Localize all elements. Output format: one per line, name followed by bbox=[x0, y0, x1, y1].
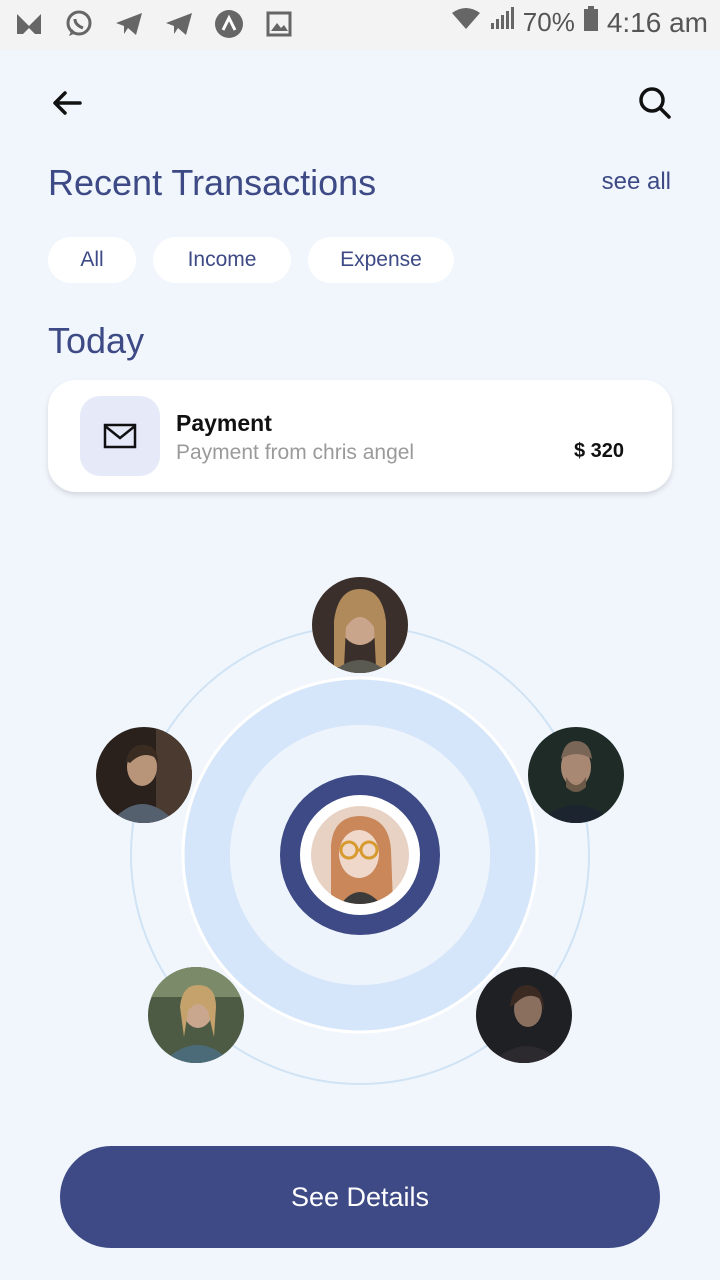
page-title: Recent Transactions bbox=[48, 162, 377, 203]
telegram-icon bbox=[114, 9, 144, 39]
image-icon bbox=[264, 9, 294, 39]
transaction-amount: $ 320 bbox=[573, 440, 624, 462]
contact-avatar-left[interactable] bbox=[96, 727, 192, 823]
contact-avatar-right[interactable] bbox=[528, 727, 624, 823]
transaction-subtitle: Payment from chris angel bbox=[176, 441, 415, 464]
transaction-title: Payment bbox=[176, 410, 272, 436]
clock: 4:16 am bbox=[606, 6, 708, 38]
filter-all[interactable]: All bbox=[48, 237, 136, 283]
battery-icon bbox=[583, 6, 599, 39]
see-details-button[interactable]: See Details bbox=[60, 1146, 660, 1248]
user-avatar-center[interactable] bbox=[311, 806, 409, 904]
m-app-icon bbox=[14, 9, 44, 39]
telegram-icon bbox=[164, 9, 194, 39]
see-all-link[interactable]: see all bbox=[602, 168, 671, 196]
mail-icon bbox=[103, 423, 137, 449]
transaction-icon-box bbox=[80, 396, 160, 476]
whatsapp-icon bbox=[64, 9, 94, 39]
arrow-left-icon bbox=[53, 91, 82, 115]
back-button[interactable] bbox=[46, 82, 88, 124]
signal-icon bbox=[489, 7, 515, 38]
contact-avatar-top[interactable] bbox=[312, 577, 408, 673]
filter-chips: All Income Expense bbox=[48, 237, 454, 283]
contact-avatar-bottom-right[interactable] bbox=[476, 967, 572, 1063]
section-today: Today bbox=[48, 320, 145, 361]
app-a-icon bbox=[214, 9, 244, 39]
filter-expense[interactable]: Expense bbox=[308, 237, 454, 283]
status-bar: 70% 4:16 am bbox=[0, 0, 720, 50]
wifi-icon bbox=[451, 7, 481, 38]
search-icon bbox=[639, 87, 671, 119]
transaction-card[interactable]: Payment Payment from chris angel $ 320 bbox=[48, 380, 672, 492]
search-button[interactable] bbox=[634, 82, 676, 124]
system-status: 70% 4:16 am bbox=[451, 6, 708, 39]
contact-avatar-bottom-left[interactable] bbox=[148, 967, 244, 1063]
notification-icons bbox=[14, 9, 294, 39]
filter-income[interactable]: Income bbox=[153, 237, 291, 283]
battery-percent: 70% bbox=[522, 7, 575, 37]
